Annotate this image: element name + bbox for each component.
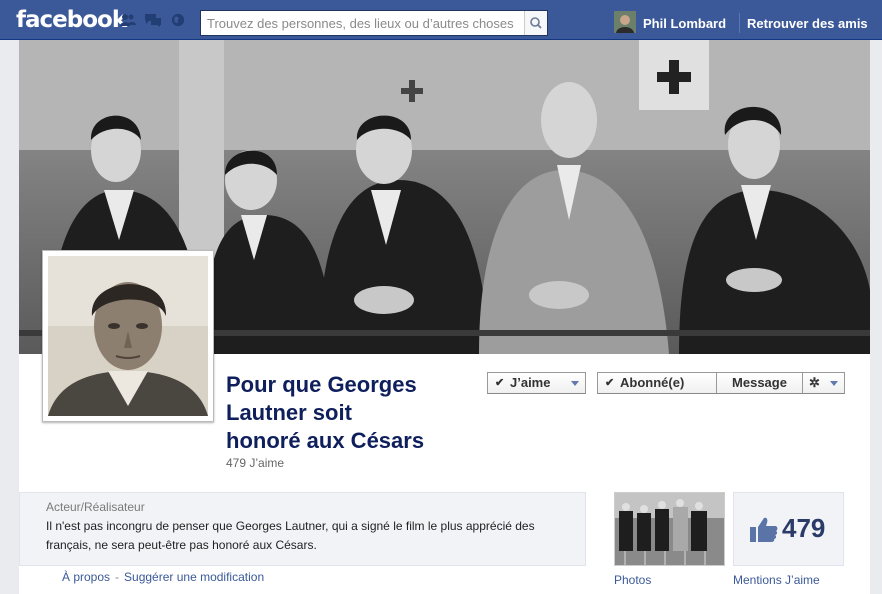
search-icon	[530, 17, 542, 29]
checkmark-icon: ✔	[605, 377, 615, 389]
suggest-edit-link[interactable]: Suggérer une modification	[124, 570, 264, 584]
profile-picture[interactable]	[42, 250, 214, 422]
likes-total: 479	[782, 513, 826, 543]
about-links: À propos - Suggérer une modification	[62, 570, 264, 584]
page-title: Pour que Georges Lautner soit honoré aux…	[226, 371, 486, 455]
search-input[interactable]	[201, 11, 531, 35]
gear-icon: ✲	[809, 375, 820, 390]
subscribed-button-label: Abonné(e)	[620, 375, 685, 390]
search-button[interactable]	[524, 11, 547, 35]
about-box: Acteur/Réalisateur Il n'est pas incongru…	[19, 492, 586, 566]
thumbs-up-icon	[750, 517, 778, 542]
photos-link[interactable]: Photos	[614, 573, 651, 587]
message-button-label: Message	[732, 375, 787, 390]
like-button[interactable]: ✔ J’aime	[487, 372, 586, 394]
page-title-line: Pour que Georges	[226, 372, 417, 397]
notifications-globe-icon[interactable]	[170, 13, 186, 27]
profile-portrait-image	[48, 256, 208, 416]
friend-requests-icon[interactable]	[120, 13, 136, 27]
photos-thumbnail[interactable]	[614, 492, 725, 566]
nav-divider	[739, 13, 740, 33]
message-button[interactable]: Message	[716, 372, 803, 394]
facebook-logo[interactable]: facebook	[16, 7, 127, 33]
page-title-line: Lautner soit	[226, 400, 352, 425]
messages-icon[interactable]	[145, 13, 161, 27]
checkmark-icon: ✔	[495, 377, 505, 389]
link-separator: -	[115, 570, 120, 584]
user-name-link[interactable]: Phil Lombard	[643, 16, 726, 31]
photos-thumbnail-image	[615, 493, 724, 565]
likes-count: 479 J’aime	[226, 456, 285, 470]
page-timeline: Pour que Georges Lautner soit honoré aux…	[19, 40, 870, 594]
chevron-down-icon	[571, 381, 579, 386]
page-category: Acteur/Réalisateur	[46, 500, 145, 514]
page-description: Il n'est pas incongru de penser que Geor…	[46, 519, 535, 552]
settings-menu-button[interactable]: ✲	[802, 372, 845, 394]
likes-link[interactable]: Mentions J’aime	[733, 573, 820, 587]
user-avatar-image	[614, 11, 636, 33]
subscribed-button[interactable]: ✔ Abonné(e)	[597, 372, 717, 394]
likes-box[interactable]: 479	[733, 492, 844, 566]
like-button-label: J’aime	[510, 375, 551, 390]
top-navigation-bar: facebook Phil Lombard Retrouver des amis	[0, 0, 882, 40]
about-link[interactable]: À propos	[62, 570, 110, 584]
user-avatar[interactable]	[614, 11, 636, 33]
page-title-line: honoré aux Césars	[226, 428, 425, 453]
search-bar	[200, 10, 548, 36]
profile-photo	[48, 256, 208, 416]
find-friends-link[interactable]: Retrouver des amis	[747, 16, 868, 31]
chevron-down-icon	[830, 381, 838, 386]
